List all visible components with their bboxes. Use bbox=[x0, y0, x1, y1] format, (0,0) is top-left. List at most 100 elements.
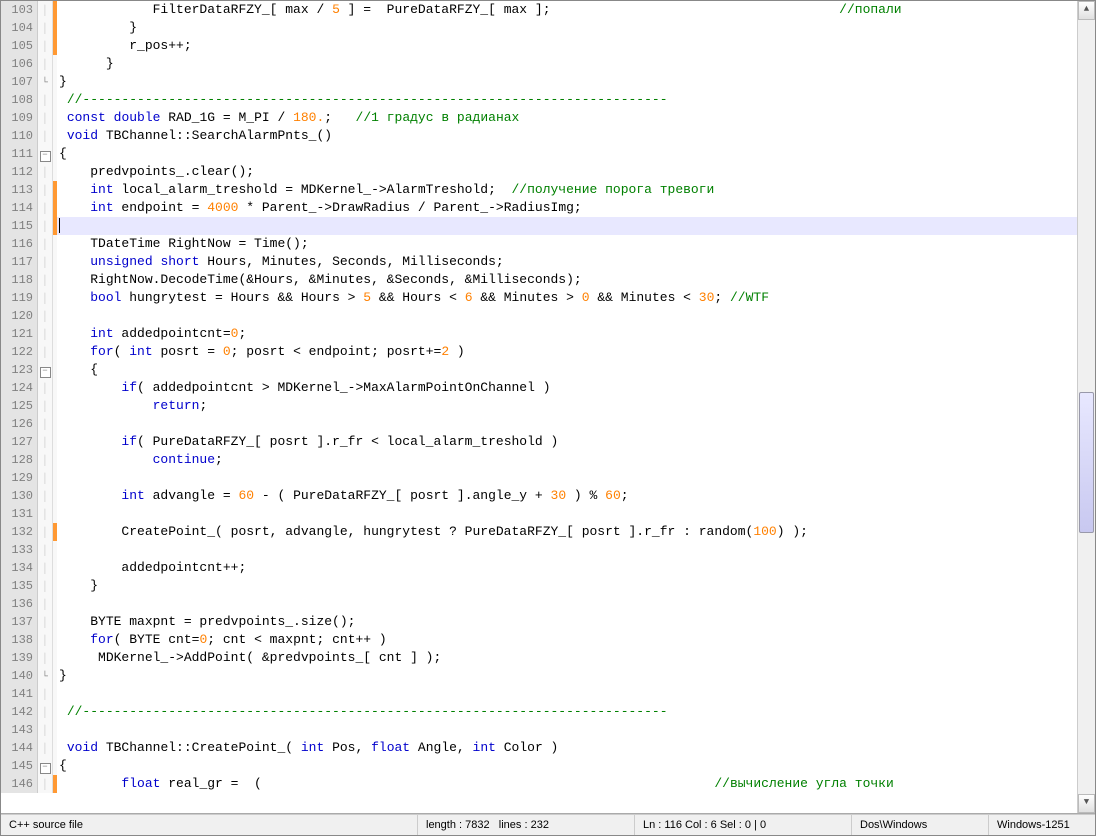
code-content[interactable]: FilterDataRFZY_[ max / 5 ] = PureDataRFZ… bbox=[57, 1, 1077, 19]
fold-column[interactable]: │ bbox=[38, 523, 53, 541]
fold-column[interactable]: │ bbox=[38, 415, 53, 433]
fold-column[interactable]: │ bbox=[38, 271, 53, 289]
fold-column[interactable]: │ bbox=[38, 163, 53, 181]
fold-column[interactable]: − bbox=[38, 361, 53, 379]
scroll-down-button[interactable]: ▼ bbox=[1078, 794, 1095, 813]
code-line[interactable]: 119│ bool hungrytest = Hours && Hours > … bbox=[1, 289, 1077, 307]
fold-column[interactable]: │ bbox=[38, 649, 53, 667]
scroll-up-button[interactable]: ▲ bbox=[1078, 1, 1095, 20]
code-content[interactable] bbox=[57, 685, 1077, 703]
code-line[interactable]: 143│ bbox=[1, 721, 1077, 739]
code-content[interactable] bbox=[57, 505, 1077, 523]
code-content[interactable]: for( BYTE cnt=0; cnt < maxpnt; cnt++ ) bbox=[57, 631, 1077, 649]
code-line[interactable]: 115│ bbox=[1, 217, 1077, 235]
code-content[interactable] bbox=[57, 307, 1077, 325]
fold-column[interactable]: │ bbox=[38, 91, 53, 109]
fold-column[interactable]: │ bbox=[38, 217, 53, 235]
code-content[interactable]: } bbox=[57, 73, 1077, 91]
code-area[interactable]: 103│ FilterDataRFZY_[ max / 5 ] = PureDa… bbox=[1, 1, 1077, 813]
code-content[interactable]: //--------------------------------------… bbox=[57, 703, 1077, 721]
fold-column[interactable]: │ bbox=[38, 109, 53, 127]
code-content[interactable]: CreatePoint_( posrt, advangle, hungrytes… bbox=[57, 523, 1077, 541]
code-line[interactable]: 142│ //---------------------------------… bbox=[1, 703, 1077, 721]
fold-collapse-icon[interactable]: − bbox=[40, 367, 51, 378]
fold-column[interactable]: │ bbox=[38, 19, 53, 37]
code-line[interactable]: 141│ bbox=[1, 685, 1077, 703]
code-line[interactable]: 117│ unsigned short Hours, Minutes, Seco… bbox=[1, 253, 1077, 271]
fold-column[interactable]: │ bbox=[38, 397, 53, 415]
code-content[interactable] bbox=[57, 415, 1077, 433]
fold-column[interactable]: − bbox=[38, 757, 53, 775]
code-line[interactable]: 144│ void TBChannel::CreatePoint_( int P… bbox=[1, 739, 1077, 757]
fold-collapse-icon[interactable]: − bbox=[40, 763, 51, 774]
code-line[interactable]: 139│ MDKernel_->AddPoint( &predvpoints_[… bbox=[1, 649, 1077, 667]
fold-column[interactable]: │ bbox=[38, 127, 53, 145]
code-content[interactable]: bool hungrytest = Hours && Hours > 5 && … bbox=[57, 289, 1077, 307]
code-line[interactable]: 103│ FilterDataRFZY_[ max / 5 ] = PureDa… bbox=[1, 1, 1077, 19]
code-content[interactable]: void TBChannel::SearchAlarmPnts_() bbox=[57, 127, 1077, 145]
code-line[interactable]: 123− { bbox=[1, 361, 1077, 379]
code-content[interactable]: { bbox=[57, 361, 1077, 379]
code-content[interactable]: } bbox=[57, 19, 1077, 37]
code-line[interactable]: 116│ TDateTime RightNow = Time(); bbox=[1, 235, 1077, 253]
fold-column[interactable]: │ bbox=[38, 469, 53, 487]
code-content[interactable] bbox=[57, 469, 1077, 487]
fold-column[interactable]: │ bbox=[38, 181, 53, 199]
code-line[interactable]: 132│ CreatePoint_( posrt, advangle, hung… bbox=[1, 523, 1077, 541]
vertical-scrollbar[interactable]: ▲ ▼ bbox=[1077, 1, 1095, 813]
fold-column[interactable]: │ bbox=[38, 253, 53, 271]
code-line[interactable]: 106│ } bbox=[1, 55, 1077, 73]
code-line[interactable]: 140└} bbox=[1, 667, 1077, 685]
fold-column[interactable]: │ bbox=[38, 577, 53, 595]
fold-column[interactable]: │ bbox=[38, 343, 53, 361]
code-content[interactable]: return; bbox=[57, 397, 1077, 415]
code-content[interactable]: int local_alarm_treshold = MDKernel_->Al… bbox=[57, 181, 1077, 199]
fold-column[interactable]: │ bbox=[38, 775, 53, 793]
code-content[interactable] bbox=[57, 217, 1077, 235]
fold-column[interactable]: │ bbox=[38, 289, 53, 307]
code-content[interactable]: TDateTime RightNow = Time(); bbox=[57, 235, 1077, 253]
fold-column[interactable]: │ bbox=[38, 55, 53, 73]
code-line[interactable]: 145−{ bbox=[1, 757, 1077, 775]
code-line[interactable]: 129│ bbox=[1, 469, 1077, 487]
code-content[interactable]: } bbox=[57, 667, 1077, 685]
code-line[interactable]: 138│ for( BYTE cnt=0; cnt < maxpnt; cnt+… bbox=[1, 631, 1077, 649]
fold-column[interactable]: │ bbox=[38, 541, 53, 559]
fold-column[interactable]: │ bbox=[38, 433, 53, 451]
code-content[interactable]: addedpointcnt++; bbox=[57, 559, 1077, 577]
scroll-thumb[interactable] bbox=[1079, 392, 1094, 533]
code-content[interactable]: { bbox=[57, 145, 1077, 163]
fold-column[interactable]: │ bbox=[38, 559, 53, 577]
code-content[interactable]: float real_gr = ( //вычисление угла точк… bbox=[57, 775, 1077, 793]
code-content[interactable]: void TBChannel::CreatePoint_( int Pos, f… bbox=[57, 739, 1077, 757]
code-content[interactable]: for( int posrt = 0; posrt < endpoint; po… bbox=[57, 343, 1077, 361]
code-line[interactable]: 105│ r_pos++; bbox=[1, 37, 1077, 55]
fold-column[interactable]: │ bbox=[38, 685, 53, 703]
code-line[interactable]: 104│ } bbox=[1, 19, 1077, 37]
fold-column[interactable]: │ bbox=[38, 739, 53, 757]
fold-column[interactable]: │ bbox=[38, 703, 53, 721]
code-line[interactable]: 121│ int addedpointcnt=0; bbox=[1, 325, 1077, 343]
fold-column[interactable]: │ bbox=[38, 325, 53, 343]
code-line[interactable]: 137│ BYTE maxpnt = predvpoints_.size(); bbox=[1, 613, 1077, 631]
code-content[interactable]: } bbox=[57, 577, 1077, 595]
fold-column[interactable]: │ bbox=[38, 235, 53, 253]
code-line[interactable]: 134│ addedpointcnt++; bbox=[1, 559, 1077, 577]
fold-column[interactable]: └ bbox=[38, 667, 53, 685]
fold-column[interactable]: │ bbox=[38, 1, 53, 19]
code-content[interactable]: int addedpointcnt=0; bbox=[57, 325, 1077, 343]
code-line[interactable]: 131│ bbox=[1, 505, 1077, 523]
code-content[interactable]: //--------------------------------------… bbox=[57, 91, 1077, 109]
code-content[interactable]: MDKernel_->AddPoint( &predvpoints_[ cnt … bbox=[57, 649, 1077, 667]
code-line[interactable]: 130│ int advangle = 60 - ( PureDataRFZY_… bbox=[1, 487, 1077, 505]
code-line[interactable]: 113│ int local_alarm_treshold = MDKernel… bbox=[1, 181, 1077, 199]
code-line[interactable]: 126│ bbox=[1, 415, 1077, 433]
code-line[interactable]: 133│ bbox=[1, 541, 1077, 559]
code-line[interactable]: 127│ if( PureDataRFZY_[ posrt ].r_fr < l… bbox=[1, 433, 1077, 451]
code-line[interactable]: 125│ return; bbox=[1, 397, 1077, 415]
code-content[interactable]: int endpoint = 4000 * Parent_->DrawRadiu… bbox=[57, 199, 1077, 217]
code-content[interactable]: BYTE maxpnt = predvpoints_.size(); bbox=[57, 613, 1077, 631]
code-content[interactable]: int advangle = 60 - ( PureDataRFZY_[ pos… bbox=[57, 487, 1077, 505]
code-line[interactable]: 120│ bbox=[1, 307, 1077, 325]
fold-column[interactable]: │ bbox=[38, 307, 53, 325]
